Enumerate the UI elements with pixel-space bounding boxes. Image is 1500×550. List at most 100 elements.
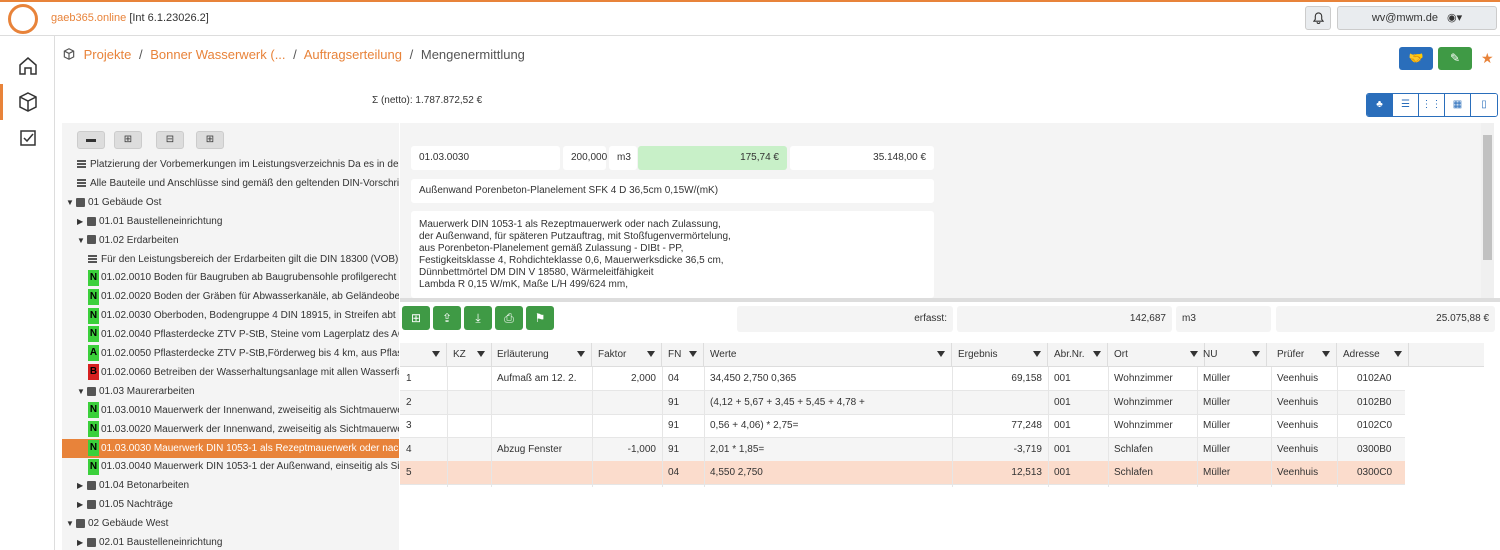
add-button[interactable]: ⊞: [196, 131, 224, 149]
filter-icon[interactable]: [689, 351, 697, 357]
column-header-kz[interactable]: KZ: [447, 343, 492, 367]
app-logo[interactable]: [8, 4, 38, 34]
filter-icon[interactable]: [1033, 351, 1041, 357]
tags-button[interactable]: ⚑: [526, 306, 554, 330]
filter-icon[interactable]: [1093, 351, 1101, 357]
view-grid-button[interactable]: ⋮⋮: [1419, 94, 1445, 116]
tree-caret-icon[interactable]: ▶: [77, 212, 87, 231]
table-row[interactable]: 5 04 4,550 2,750 12,513 001 Schlafen Müller Vee…: [400, 461, 1405, 486]
cell-pruefer[interactable]: Veenhuis: [1271, 367, 1337, 391]
tree-caret-icon[interactable]: ▼: [77, 231, 87, 250]
tree-row[interactable]: Für den Leistungsbereich der Erdarbeiten…: [62, 250, 399, 269]
cell-nu[interactable]: Müller: [1197, 391, 1267, 415]
table-row[interactable]: 2 91 (4,12 + 5,67 + 3,45 + 5,45 + 4,78 + 00…: [400, 390, 1405, 415]
cell-adresse[interactable]: 0102A0: [1351, 367, 1409, 391]
cell-faktor[interactable]: [592, 461, 662, 485]
tree-caret-icon[interactable]: ▼: [77, 382, 87, 401]
cell-fn[interactable]: 91: [662, 414, 704, 438]
column-header-fn[interactable]: FN: [662, 343, 704, 367]
view-tiles-button[interactable]: ▦: [1445, 94, 1471, 116]
collapse-all-button[interactable]: ▬: [77, 131, 105, 149]
tree-row[interactable]: A 01.02.0050 Pflasterdecke ZTV P-StB,Förd…: [62, 344, 399, 363]
column-header-erlaeuterung[interactable]: Erläuterung: [491, 343, 592, 367]
cell-nu[interactable]: Müller: [1197, 438, 1267, 462]
tree-row[interactable]: ▶ 02.01 Baustelleneinrichtung: [62, 533, 399, 550]
breadcrumb-project[interactable]: Bonner Wasserwerk (...: [150, 47, 285, 62]
cell-filter[interactable]: 4: [400, 438, 447, 462]
handshake-button[interactable]: 🤝: [1399, 47, 1433, 70]
checklist-icon[interactable]: [16, 126, 40, 150]
cell-filter[interactable]: 5: [400, 461, 447, 485]
cell-ergebnis[interactable]: -3,719: [952, 438, 1048, 462]
column-header-adresse[interactable]: Adresse: [1337, 343, 1409, 367]
cell-werte[interactable]: 2,01 * 1,85=: [704, 438, 952, 462]
detail-scroll-thumb[interactable]: [1483, 135, 1492, 260]
upload-button[interactable]: ⇪: [433, 306, 461, 330]
cell-erlaeuterung[interactable]: Abzug Fenster: [491, 438, 592, 462]
table-row[interactable]: 4 Abzug Fenster -1,000 91 2,01 * 1,85= -3,719…: [400, 437, 1405, 462]
cell-ort[interactable]: Wohnzimmer: [1108, 367, 1205, 391]
cell-ergebnis[interactable]: [952, 391, 1048, 415]
cell-kz[interactable]: [447, 461, 492, 485]
filter-icon[interactable]: [1394, 351, 1402, 357]
column-header-ort[interactable]: Ort: [1108, 343, 1205, 367]
view-mobile-button[interactable]: ▯: [1471, 94, 1497, 116]
cell-fn[interactable]: 04: [662, 367, 704, 391]
column-header-pruefer[interactable]: Prüfer: [1271, 343, 1337, 367]
tree-row[interactable]: N 01.02.0040 Pflasterdecke ZTV P-StB, Ste…: [62, 325, 399, 344]
cell-ort[interactable]: Wohnzimmer: [1108, 414, 1205, 438]
print-button[interactable]: ⎙: [495, 306, 523, 330]
tree-caret-icon[interactable]: ▶: [77, 533, 87, 550]
tree-caret-icon[interactable]: ▶: [77, 476, 87, 495]
tree-row[interactable]: ▼ 01.02 Erdarbeiten: [62, 231, 399, 250]
tree-caret-icon[interactable]: ▼: [66, 514, 76, 533]
tree-row[interactable]: N 01.03.0010 Mauerwerk der Innenwand, zwe…: [62, 401, 399, 420]
cell-nu[interactable]: Müller: [1197, 414, 1267, 438]
add-row-button[interactable]: ⊞: [402, 306, 430, 330]
cell-adresse[interactable]: 0102B0: [1351, 391, 1409, 415]
column-header-nu[interactable]: NU: [1197, 343, 1267, 367]
cell-erlaeuterung[interactable]: [491, 391, 592, 415]
cell-faktor[interactable]: [592, 414, 662, 438]
cell-pruefer[interactable]: Veenhuis: [1271, 461, 1337, 485]
notifications-button[interactable]: [1305, 6, 1331, 30]
table-row[interactable]: 1 Aufmaß am 12. 2. 2,000 04 34,450 2,750 0,3…: [400, 367, 1405, 391]
cell-ort[interactable]: Wohnzimmer: [1108, 391, 1205, 415]
breadcrumb-award[interactable]: Auftragserteilung: [304, 47, 402, 62]
cell-erlaeuterung[interactable]: Aufmaß am 12. 2.: [491, 367, 592, 391]
cell-adresse[interactable]: 0102C0: [1351, 414, 1409, 438]
cell-abrnr[interactable]: 001: [1048, 367, 1108, 391]
breadcrumb-projects[interactable]: Projekte: [84, 47, 132, 62]
cell-fn[interactable]: 04: [662, 461, 704, 485]
grid-scrollbar[interactable]: [1484, 343, 1500, 550]
cell-kz[interactable]: [447, 391, 492, 415]
column-header-abrnr[interactable]: Abr.Nr.: [1048, 343, 1108, 367]
cell-nu[interactable]: Müller: [1197, 367, 1267, 391]
filter-icon[interactable]: [647, 351, 655, 357]
column-header-ergebnis[interactable]: Ergebnis: [952, 343, 1048, 367]
tree-caret-icon[interactable]: ▶: [77, 495, 87, 514]
view-list-button[interactable]: ☰: [1393, 94, 1419, 116]
filter-icon[interactable]: [937, 351, 945, 357]
cell-abrnr[interactable]: 001: [1048, 414, 1108, 438]
favorite-star-icon[interactable]: ★: [1481, 50, 1494, 67]
tree-row[interactable]: Platzierung der Vorbemerkungen im Leistu…: [62, 155, 399, 174]
cell-ort[interactable]: Schlafen: [1108, 438, 1205, 462]
filter-icon[interactable]: [1252, 351, 1260, 357]
tree-row[interactable]: ▶ 01.04 Betonarbeiten: [62, 476, 399, 495]
cell-fn[interactable]: 91: [662, 438, 704, 462]
tree-row[interactable]: N 01.02.0020 Boden der Gräben für Abwasse…: [62, 287, 399, 306]
cell-filter[interactable]: 3: [400, 414, 447, 438]
tree-row[interactable]: ▼ 01 Gebäude Ost: [62, 193, 399, 212]
home-icon[interactable]: [16, 54, 40, 78]
cell-werte[interactable]: 4,550 2,750: [704, 461, 952, 485]
tree-row[interactable]: ▼ 01.03 Maurerarbeiten: [62, 382, 399, 401]
tree-row[interactable]: N 01.02.0030 Oberboden, Bodengruppe 4 DIN…: [62, 306, 399, 325]
tree-row[interactable]: ▼ 02 Gebäude West: [62, 514, 399, 533]
detail-scrollbar[interactable]: [1481, 123, 1494, 298]
cell-pruefer[interactable]: Veenhuis: [1271, 438, 1337, 462]
cell-kz[interactable]: [447, 438, 492, 462]
filter-icon[interactable]: [577, 351, 585, 357]
cell-abrnr[interactable]: 001: [1048, 438, 1108, 462]
tree-row[interactable]: ▶ 01.01 Baustelleneinrichtung: [62, 212, 399, 231]
